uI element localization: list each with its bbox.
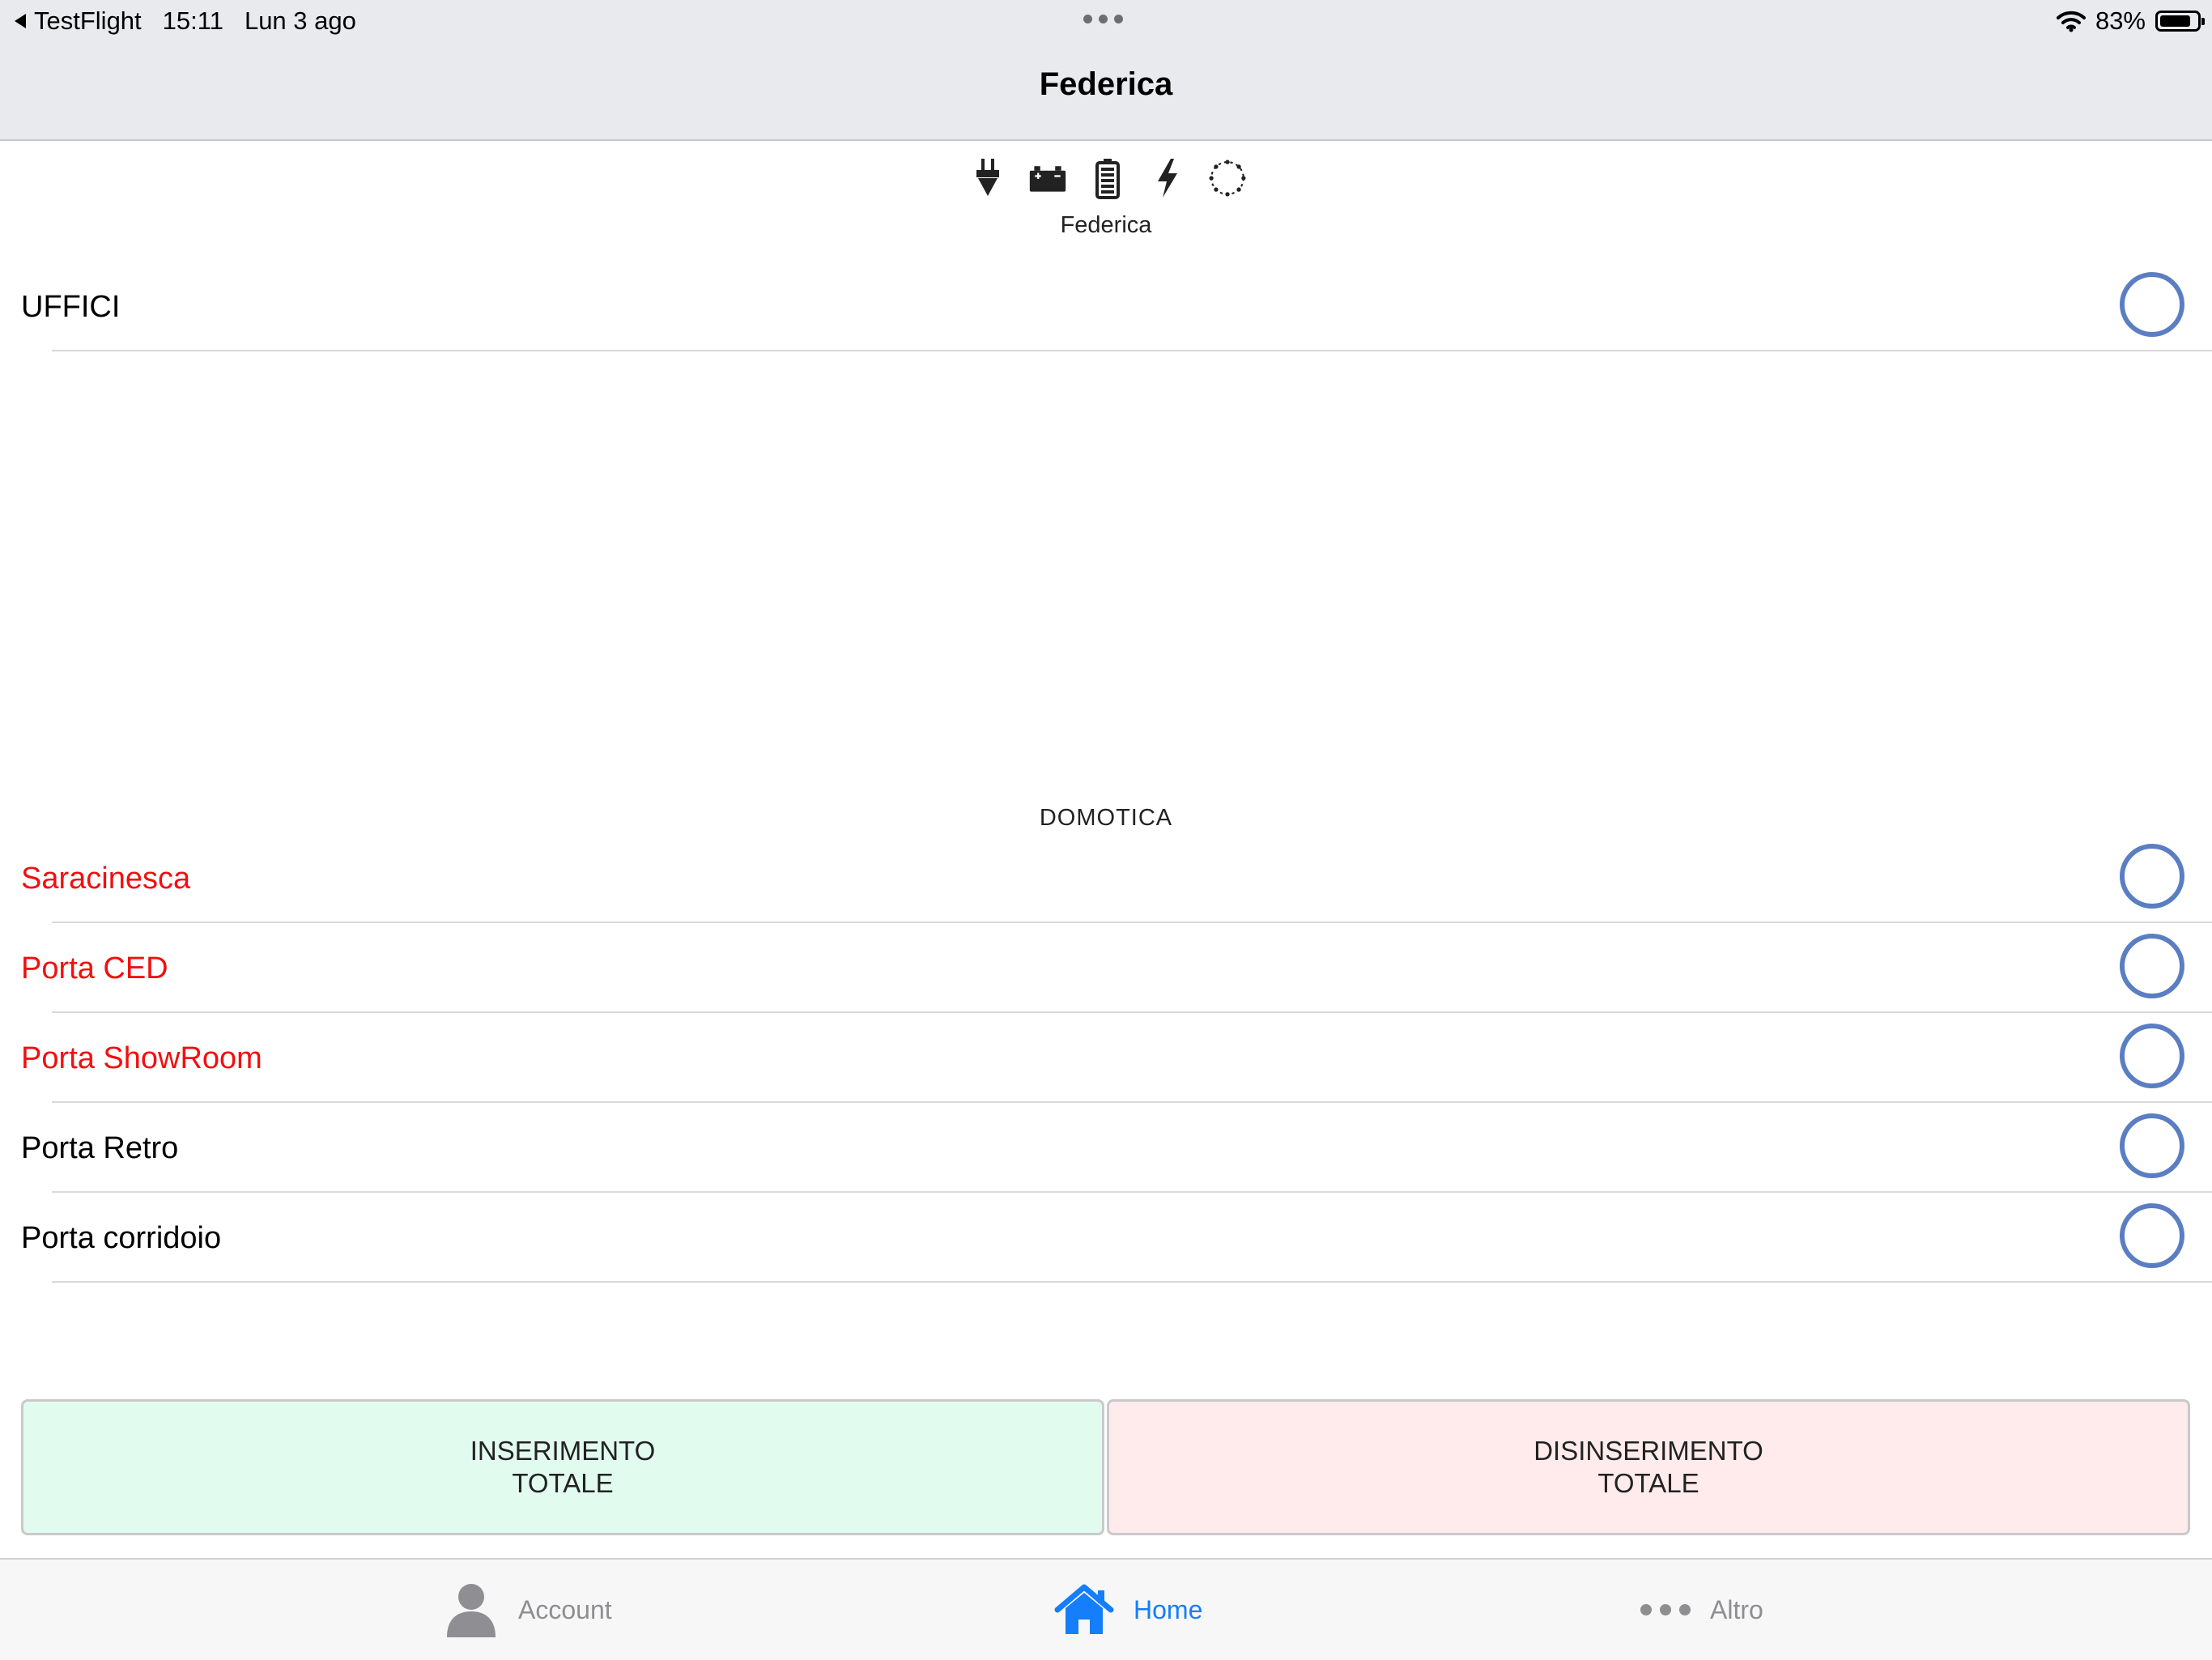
car-battery-icon [1028,155,1067,201]
home-icon [1054,1584,1114,1634]
row-separator [52,1191,2212,1193]
plug-icon [968,155,1007,201]
disarm-all-line1: DISINSERIMENTO [1534,1436,1763,1466]
status-time: 15:11 [162,6,223,35]
back-app-label: TestFlight [34,6,142,35]
area-row-uffici[interactable]: UFFICI [0,262,2212,351]
tab-home-label: Home [1134,1594,1203,1624]
top-bar: TestFlight 15:11 Lun 3 ago 83% Federica [0,0,2212,141]
row-separator [52,922,2212,923]
battery-fill [2160,15,2190,27]
tab-bar: Account Home Altro [0,1558,2212,1660]
domotica-toggle-ring[interactable] [2120,934,2184,998]
status-date: Lun 3 ago [244,6,356,35]
tab-altro[interactable]: Altro [1640,1560,1763,1660]
row-separator [52,1011,2212,1013]
back-to-app-link[interactable]: TestFlight [15,6,142,36]
domotica-item-label: Porta corridoio [21,1221,222,1255]
domotica-toggle-ring[interactable] [2120,1203,2184,1268]
tab-altro-label: Altro [1710,1594,1763,1624]
back-arrow-icon [15,14,26,28]
row-separator [52,1101,2212,1103]
tab-account[interactable]: Account [444,1560,612,1660]
arm-all-button[interactable]: INSERIMENTO TOTALE [21,1399,1104,1535]
domotica-row-porta-ced[interactable]: Porta CED [0,924,2212,1013]
status-bar-right: 83% [2056,6,2205,36]
domotica-item-label: Porta ShowRoom [21,1041,262,1075]
domotica-item-label: Porta CED [21,951,168,985]
row-separator [52,1281,2212,1283]
wifi-icon [2056,11,2086,32]
domotica-row-saracinesca[interactable]: Saracinesca [0,834,2212,923]
domotica-toggle-ring[interactable] [2120,1113,2184,1178]
arm-all-line1: INSERIMENTO [470,1436,656,1466]
domotica-row-porta-showroom[interactable]: Porta ShowRoom [0,1014,2212,1103]
status-icons-row [968,155,1247,201]
status-bar-left: TestFlight 15:11 Lun 3 ago [15,6,356,36]
battery-percent: 83% [2095,6,2146,35]
domotica-toggle-ring[interactable] [2120,844,2184,909]
domotica-item-label: Saracinesca [21,862,191,896]
area-label: UFFICI [21,290,121,324]
battery-icon [1088,155,1127,201]
area-toggle-ring[interactable] [2120,272,2184,337]
battery-indicator-icon [2155,11,2205,32]
tab-home[interactable]: Home [1054,1560,1202,1660]
disarm-all-line2: TOTALE [1597,1468,1699,1498]
lightning-icon [1148,155,1187,201]
domotica-section-title: DOMOTICA [1039,805,1173,831]
domotica-item-label: Porta Retro [21,1131,179,1165]
multitasking-dots-icon[interactable] [1083,15,1123,23]
person-icon [447,1584,496,1637]
nav-title: Federica [1039,66,1173,102]
tab-account-label: Account [518,1594,612,1624]
domotica-row-porta-retro[interactable]: Porta Retro [0,1104,2212,1193]
arm-all-line2: TOTALE [512,1468,614,1498]
domotica-toggle-ring[interactable] [2120,1024,2184,1088]
domotica-row-porta-corridoio[interactable]: Porta corridoio [0,1194,2212,1283]
row-separator [52,350,2212,351]
panel-name: Federica [1060,212,1152,238]
more-dots-icon [1640,1604,1691,1615]
dotted-circle-icon [1208,155,1247,201]
disarm-all-button[interactable]: DISINSERIMENTO TOTALE [1107,1399,2190,1535]
